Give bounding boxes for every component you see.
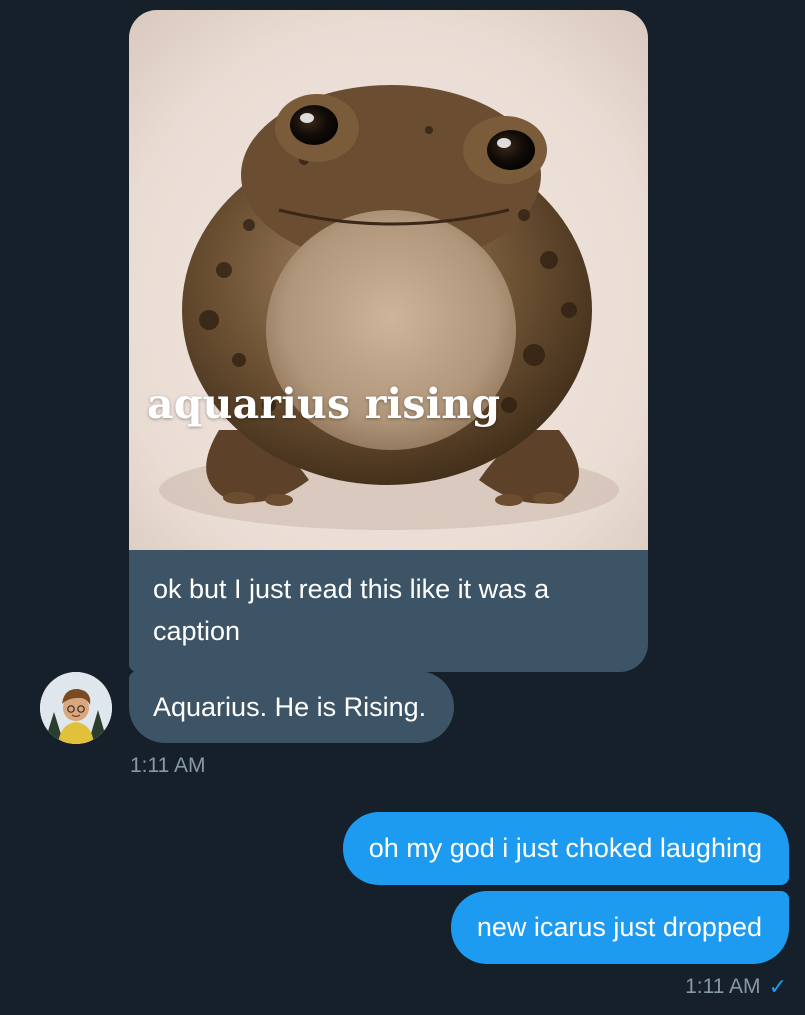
outgoing-timestamp: 1:11 AM (685, 975, 761, 998)
outgoing-meta: 1:11 AM ✓ (685, 974, 787, 1000)
incoming-timestamp: 1:11 AM (130, 754, 206, 777)
outgoing-message[interactable]: new icarus just dropped (450, 891, 789, 964)
incoming-media-message[interactable]: aquarius rising ok but I just read this … (129, 10, 648, 672)
dm-conversation: aquarius rising ok but I just read this … (0, 0, 805, 1015)
toad-photo (129, 10, 648, 550)
user-avatar-icon (40, 672, 112, 744)
image-overlay-text: aquarius rising (147, 380, 501, 428)
outgoing-message[interactable]: oh my god i just choked laughing (342, 812, 789, 885)
message-image[interactable]: aquarius rising (129, 10, 648, 550)
avatar[interactable] (40, 672, 112, 744)
incoming-message[interactable]: Aquarius. He is Rising. (129, 671, 455, 743)
media-caption: ok but I just read this like it was a ca… (153, 574, 550, 646)
check-icon: ✓ (768, 974, 787, 999)
